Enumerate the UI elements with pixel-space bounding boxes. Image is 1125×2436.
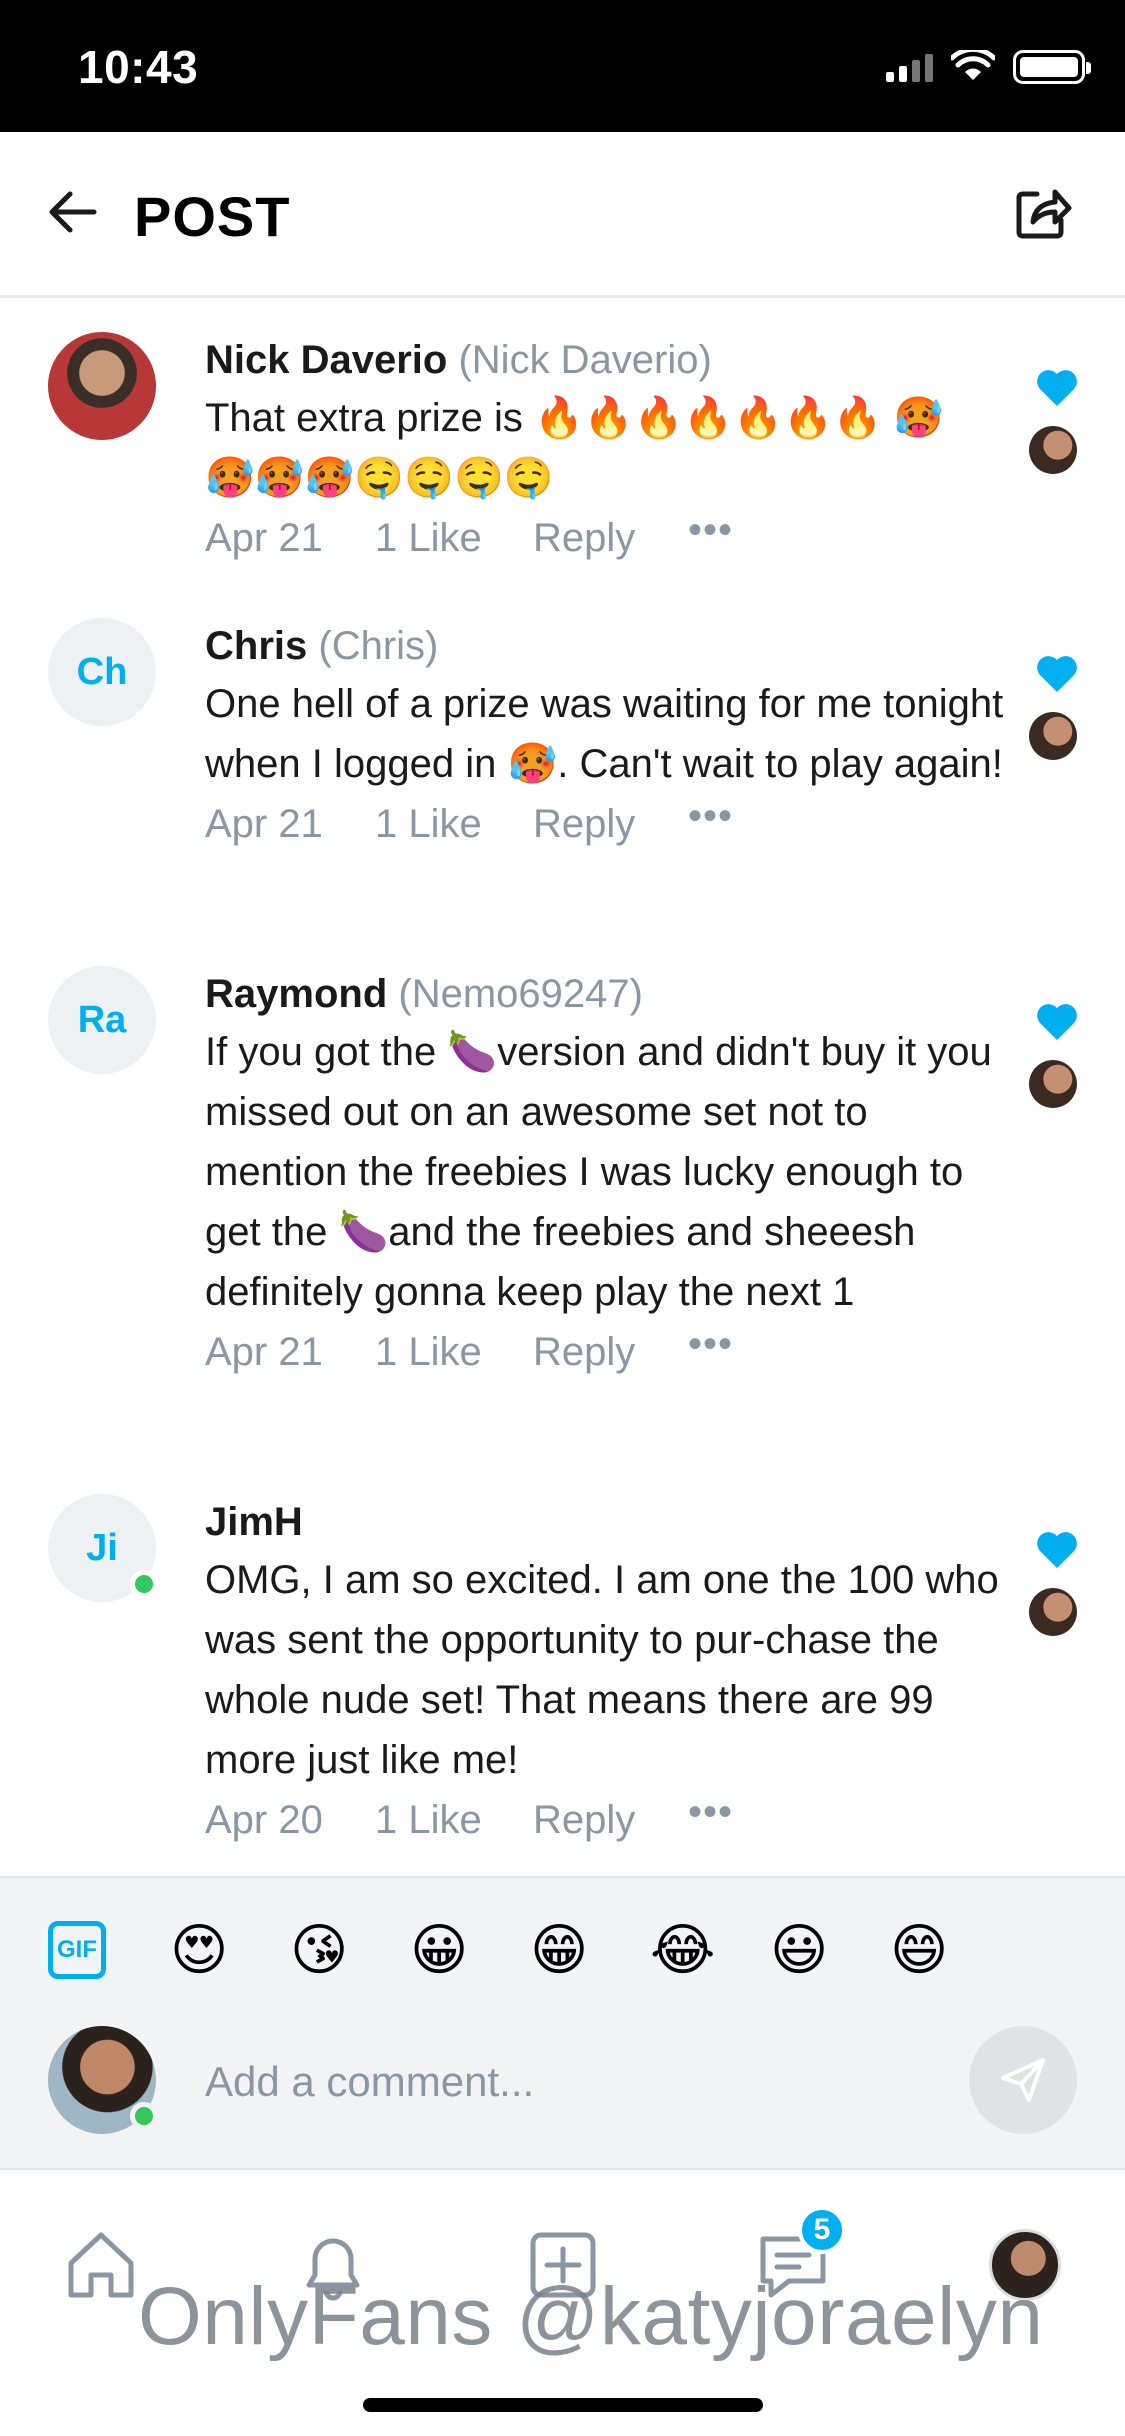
nav-home[interactable] <box>56 2220 146 2310</box>
online-status-dot <box>130 1570 158 1598</box>
avatar[interactable] <box>48 332 156 440</box>
avatar[interactable]: Ch <box>48 618 156 726</box>
like-count[interactable]: 1 Like <box>375 1322 533 1382</box>
comment-display-name: Chris <box>205 624 308 668</box>
back-arrow-icon[interactable] <box>44 182 104 242</box>
post-header: POST <box>0 132 1125 298</box>
comment-text: That extra prize is 🔥🔥🔥🔥🔥🔥🔥 🥵🥵🥵🥵🤤🤤🤤🤤 <box>205 396 944 500</box>
cellular-signal-icon <box>886 52 933 82</box>
quick-emoji-row: GIF 😍 😘 😀 😁 😂 😃 😄 <box>48 1918 1010 1982</box>
online-status-dot <box>130 2102 158 2130</box>
reply-button[interactable]: Reply <box>533 508 688 568</box>
emoji-heart-eyes[interactable]: 😍 <box>170 1918 290 1982</box>
wifi-icon <box>951 50 995 80</box>
comment-date: Apr 21 <box>205 802 323 846</box>
comment-username: (Nemo69247) <box>398 972 643 1016</box>
like-count[interactable]: 1 Like <box>375 508 533 568</box>
emoji-beaming[interactable]: 😁 <box>530 1918 650 1982</box>
current-user-avatar <box>48 2026 158 2134</box>
send-button[interactable] <box>969 2026 1077 2134</box>
reply-button[interactable]: Reply <box>533 1322 688 1382</box>
messages-badge: 5 <box>798 2206 846 2254</box>
battery-icon <box>1013 50 1091 84</box>
send-icon <box>1001 2058 1045 2102</box>
watermark: OnlyFans @katyjoraelyn <box>138 2271 1044 2362</box>
more-options-icon[interactable]: ••• <box>688 1324 733 1375</box>
emoji-tears-of-joy[interactable]: 😂 <box>650 1918 770 1982</box>
comment-date: Apr 21 <box>205 1330 323 1374</box>
liked-by-avatar <box>1029 426 1077 474</box>
emoji-smiley[interactable]: 😃 <box>770 1918 890 1982</box>
liked-by-avatar <box>1029 1060 1077 1108</box>
reply-button[interactable]: Reply <box>533 794 688 854</box>
home-icon <box>68 2232 134 2298</box>
comment-username: (Nick Daverio) <box>458 338 712 382</box>
comment-input[interactable] <box>205 2050 925 2114</box>
status-bar: 10:43 <box>0 0 1125 132</box>
reply-button[interactable]: Reply <box>533 1790 688 1850</box>
comment-display-name: JimH <box>205 1500 303 1544</box>
gif-button[interactable]: GIF <box>48 1921 106 1979</box>
emoji-kiss[interactable]: 😘 <box>290 1918 410 1982</box>
more-options-icon[interactable]: ••• <box>688 796 733 847</box>
liked-by-avatar <box>1029 1588 1077 1636</box>
emoji-smile[interactable]: 😄 <box>890 1918 1010 1982</box>
home-indicator <box>363 2398 763 2412</box>
comment-author[interactable]: JimH <box>205 1494 1005 1550</box>
heart-icon[interactable] <box>1035 654 1079 694</box>
page-title: POST <box>134 185 291 248</box>
share-icon[interactable] <box>1011 180 1075 244</box>
like-count[interactable]: 1 Like <box>375 794 533 854</box>
heart-icon[interactable] <box>1035 368 1079 408</box>
comment-text: One hell of a prize was waiting for me t… <box>205 682 1004 786</box>
comment-meta: Apr 21 1 Like Reply ••• <box>205 508 1005 568</box>
comment-meta: Apr 21 1 Like Reply ••• <box>205 794 1005 854</box>
emoji-grin[interactable]: 😀 <box>410 1918 530 1982</box>
comment-composer: GIF 😍 😘 😀 😁 😂 😃 😄 <box>0 1876 1125 2168</box>
avatar-initials: Ji <box>86 1526 118 1569</box>
heart-icon[interactable] <box>1035 1530 1079 1570</box>
status-time: 10:43 <box>78 41 199 93</box>
comment-text: If you got the 🍆version and didn't buy i… <box>205 1030 992 1314</box>
comment-username: (Chris) <box>318 624 439 668</box>
comment-display-name: Raymond <box>205 972 388 1016</box>
comment-author[interactable]: Raymond (Nemo69247) <box>205 966 1005 1022</box>
comment-date: Apr 21 <box>205 516 323 560</box>
liked-by-avatar <box>1029 712 1077 760</box>
comment-text: OMG, I am so excited. I am one the 100 w… <box>205 1558 999 1782</box>
comment-meta: Apr 21 1 Like Reply ••• <box>205 1322 1005 1382</box>
avatar[interactable]: Ra <box>48 966 156 1074</box>
comment-date: Apr 20 <box>205 1798 323 1842</box>
like-count[interactable]: 1 Like <box>375 1790 533 1850</box>
more-options-icon[interactable]: ••• <box>688 1792 733 1843</box>
comment-display-name: Nick Daverio <box>205 338 448 382</box>
avatar[interactable]: Ji <box>48 1494 158 1602</box>
comment-author[interactable]: Chris (Chris) <box>205 618 1005 674</box>
comment-author[interactable]: Nick Daverio (Nick Daverio) <box>205 332 1005 388</box>
more-options-icon[interactable]: ••• <box>688 510 733 561</box>
heart-icon[interactable] <box>1035 1002 1079 1042</box>
status-icons <box>886 50 1091 84</box>
comment-meta: Apr 20 1 Like Reply ••• <box>205 1790 1005 1850</box>
